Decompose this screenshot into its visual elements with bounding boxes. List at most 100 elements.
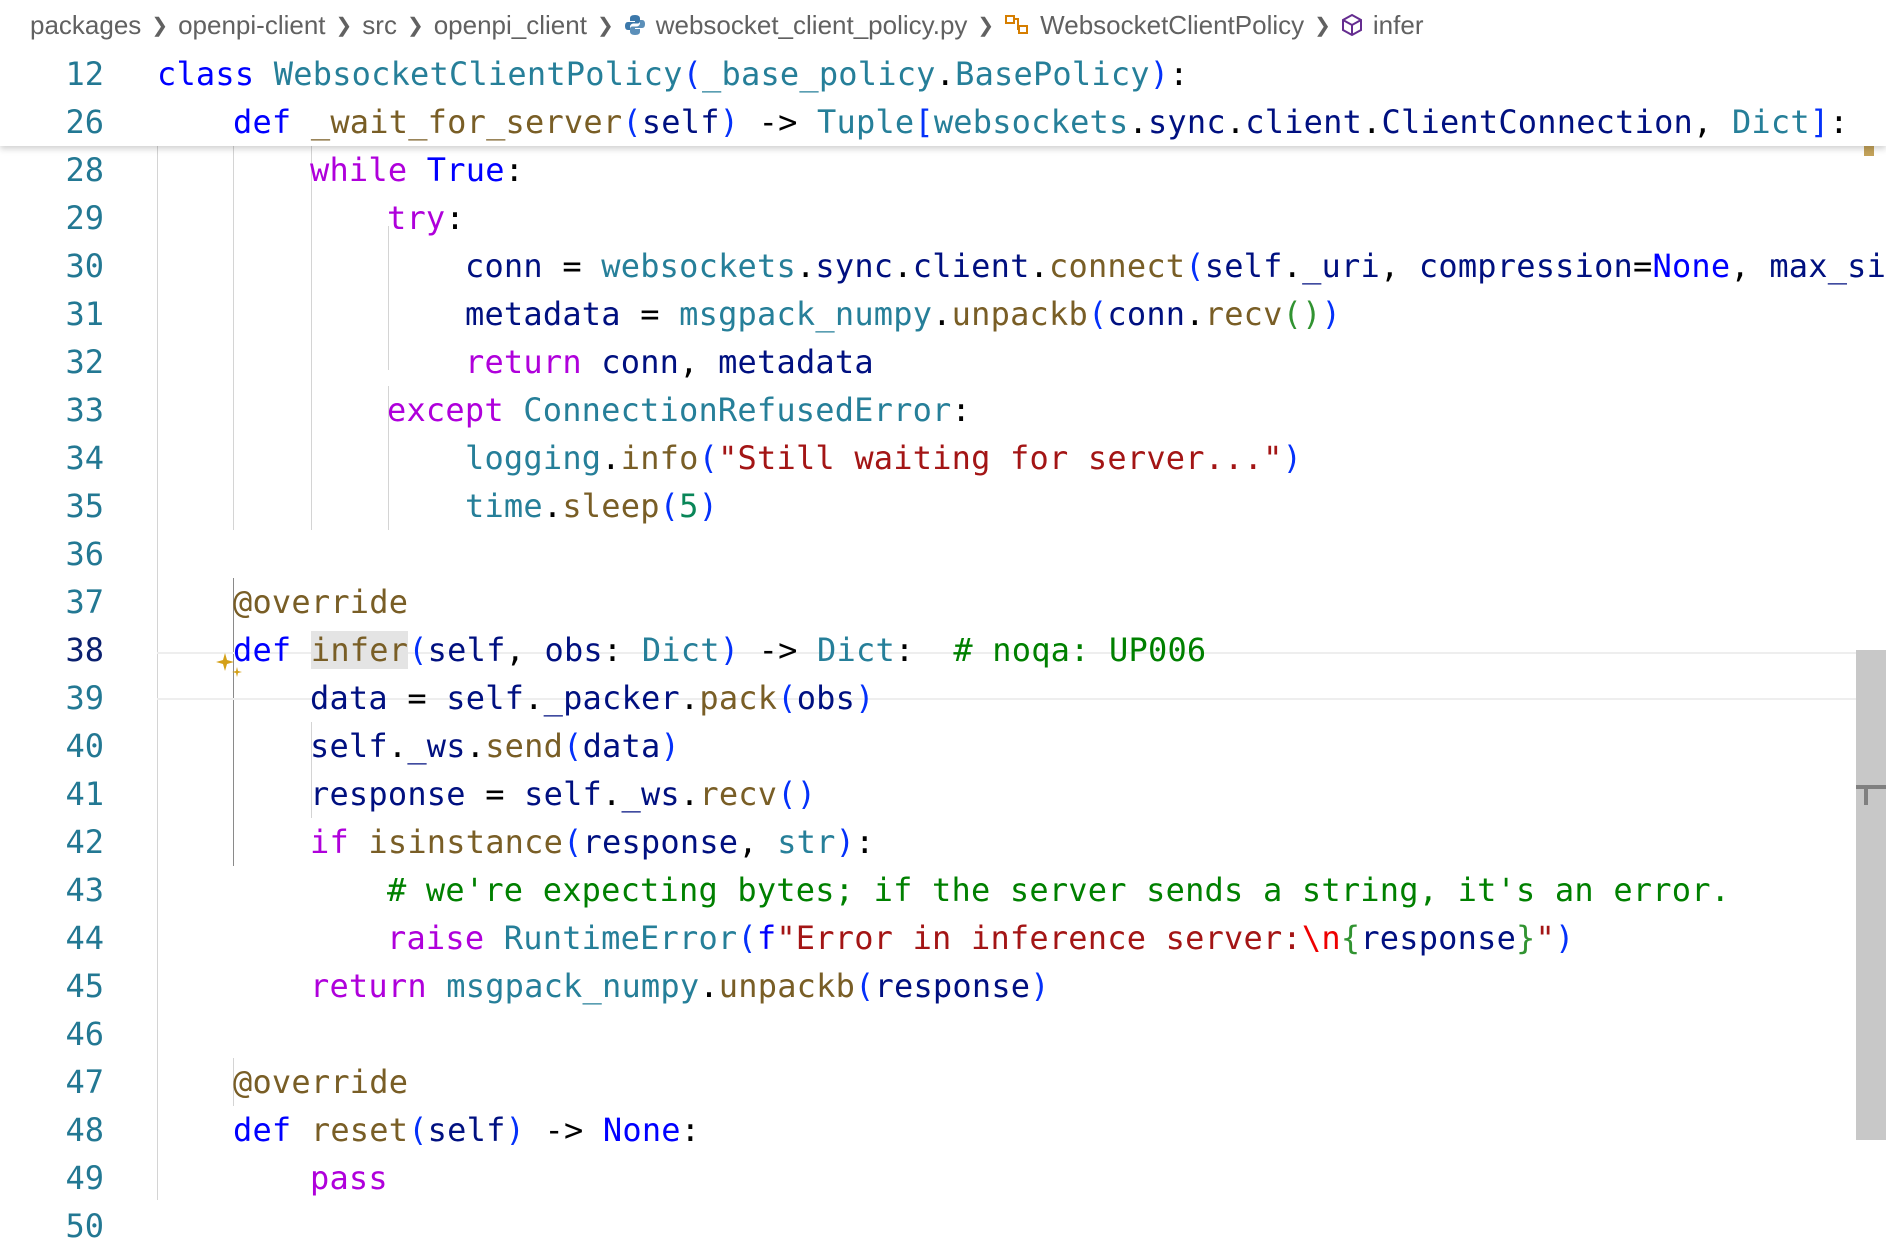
class-symbol-icon — [1004, 14, 1030, 36]
line-number: 36 — [65, 535, 104, 573]
line-content: # we're expecting bytes; if the server s… — [387, 871, 1731, 909]
code-line-active[interactable]: 38 def infer(self, obs: Dict) -> Dict: #… — [0, 626, 1886, 677]
code-line[interactable]: 46 — [0, 1010, 1886, 1058]
line-content: metadata = msgpack_numpy.unpackb(conn.re… — [465, 295, 1342, 333]
line-content: def _wait_for_server(self) -> Tuple[webs… — [233, 103, 1849, 141]
line-content: def reset(self) -> None: — [233, 1111, 701, 1149]
code-line[interactable]: 43 # we're expecting bytes; if the serve… — [0, 866, 1886, 914]
breadcrumb-openpi-client-module[interactable]: openpi_client — [434, 10, 587, 41]
line-content: try: — [387, 199, 465, 237]
code-line[interactable]: 45 return msgpack_numpy.unpackb(response… — [0, 962, 1886, 1010]
breadcrumb-label: WebsocketClientPolicy — [1040, 9, 1305, 40]
line-number: 48 — [65, 1111, 104, 1149]
line-number: 33 — [65, 391, 104, 429]
line-content: return msgpack_numpy.unpackb(response) — [310, 967, 1050, 1005]
code-line[interactable]: 50 — [0, 1202, 1886, 1250]
line-number: 35 — [65, 487, 104, 525]
code-editor[interactable]: 12 class WebsocketClientPolicy(_base_pol… — [0, 50, 1886, 1252]
scrollbar-thumb[interactable] — [1856, 650, 1886, 1140]
code-line[interactable]: 26 def _wait_for_server(self) -> Tuple[w… — [0, 98, 1886, 146]
breadcrumb-openpi-client[interactable]: openpi-client — [178, 10, 325, 41]
breadcrumb-label: websocket_client_policy.py — [655, 9, 968, 40]
line-content: conn = websockets.sync.client.connect(se… — [465, 247, 1886, 285]
vertical-scrollbar[interactable] — [1856, 50, 1886, 1252]
line-number: 26 — [65, 103, 104, 141]
chevron-right-icon: ❯ — [977, 14, 995, 37]
line-number: 30 — [65, 247, 104, 285]
chevron-right-icon: ❯ — [151, 14, 169, 37]
breadcrumb-label: openpi-client — [178, 9, 326, 40]
overview-ruler-cursor — [1856, 785, 1886, 789]
chevron-right-icon: ❯ — [406, 14, 424, 37]
code-line[interactable]: 12 class WebsocketClientPolicy(_base_pol… — [0, 50, 1886, 98]
breadcrumb: packages ❯ openpi-client ❯ src ❯ openpi_… — [0, 0, 1886, 50]
line-number: 38 — [65, 631, 104, 669]
line-number: 32 — [65, 343, 104, 381]
line-content: raise RuntimeError(f"Error in inference … — [387, 919, 1575, 957]
line-content: def infer(self, obs: Dict) -> Dict: # no… — [233, 631, 1207, 669]
line-content: self._ws.send(data) — [310, 727, 680, 765]
line-number: 47 — [65, 1063, 104, 1101]
line-number: 31 — [65, 295, 104, 333]
line-number: 40 — [65, 727, 104, 765]
code-line[interactable]: 29 try: — [0, 194, 1886, 242]
line-content: if isinstance(response, str): — [310, 823, 875, 861]
line-content: pass — [310, 1159, 388, 1197]
code-line[interactable]: 33 except ConnectionRefusedError: — [0, 386, 1886, 434]
overview-ruler-tick — [1864, 785, 1868, 805]
code-line[interactable]: 47 @override — [0, 1058, 1886, 1106]
line-content: response = self._ws.recv() — [310, 775, 817, 813]
line-content: except ConnectionRefusedError: — [387, 391, 971, 429]
chevron-right-icon: ❯ — [596, 14, 614, 37]
highlighted-symbol: infer — [310, 631, 409, 669]
code-line[interactable]: 48 def reset(self) -> None: — [0, 1106, 1886, 1154]
line-number: 29 — [65, 199, 104, 237]
line-number: 43 — [65, 871, 104, 909]
sparkle-ai-icon[interactable] — [157, 632, 242, 677]
line-content: class WebsocketClientPolicy(_base_policy… — [157, 55, 1189, 93]
code-line[interactable]: 49 pass — [0, 1154, 1886, 1202]
line-content: @override — [233, 1063, 409, 1101]
line-number: 44 — [65, 919, 104, 957]
code-line[interactable]: 28 while True: — [0, 146, 1886, 194]
python-file-icon — [624, 14, 646, 36]
breadcrumb-label: src — [362, 9, 397, 40]
code-line[interactable]: 31 metadata = msgpack_numpy.unpackb(conn… — [0, 290, 1886, 338]
code-line[interactable]: 40 self._ws.send(data) — [0, 722, 1886, 770]
code-line[interactable]: 35 time.sleep(5) — [0, 482, 1886, 530]
line-content: return conn, metadata — [465, 343, 874, 381]
code-line[interactable]: 39 data = self._packer.pack(obs) — [0, 674, 1886, 722]
breadcrumb-src[interactable]: src — [362, 10, 397, 41]
chevron-right-icon: ❯ — [335, 14, 353, 37]
line-number: 46 — [65, 1015, 104, 1053]
breadcrumb-label: openpi_client — [433, 9, 587, 40]
line-number: 34 — [65, 439, 104, 477]
code-line[interactable]: 30 conn = websockets.sync.client.connect… — [0, 242, 1886, 290]
breadcrumb-method[interactable]: infer — [1341, 9, 1424, 41]
line-content: while True: — [310, 151, 525, 189]
breadcrumb-packages[interactable]: packages — [30, 10, 141, 41]
line-number: 12 — [65, 55, 104, 93]
code-line[interactable]: 34 logging.info("Still waiting for serve… — [0, 434, 1886, 482]
chevron-right-icon: ❯ — [1314, 14, 1331, 37]
breadcrumb-label: infer — [1372, 9, 1424, 40]
breadcrumb-class[interactable]: WebsocketClientPolicy — [1004, 10, 1304, 41]
sticky-scroll-header[interactable]: 12 class WebsocketClientPolicy(_base_pol… — [0, 50, 1886, 146]
breadcrumb-file[interactable]: websocket_client_policy.py — [624, 9, 968, 41]
line-number: 28 — [65, 151, 104, 189]
line-content: time.sleep(5) — [465, 487, 719, 525]
breadcrumb-label: packages — [30, 9, 142, 40]
line-number: 39 — [65, 679, 104, 717]
line-number: 37 — [65, 583, 104, 621]
code-line[interactable]: 32 return conn, metadata — [0, 338, 1886, 386]
code-line[interactable]: 37 @override — [0, 578, 1886, 626]
code-line[interactable]: 42 if isinstance(response, str): — [0, 818, 1886, 866]
line-number: 50 — [65, 1207, 104, 1245]
method-symbol-icon — [1341, 13, 1363, 37]
code-line[interactable]: 41 response = self._ws.recv() — [0, 770, 1886, 818]
line-content: @override — [233, 583, 409, 621]
line-number: 49 — [65, 1159, 104, 1197]
line-number: 45 — [65, 967, 104, 1005]
code-line[interactable]: 44 raise RuntimeError(f"Error in inferen… — [0, 914, 1886, 962]
code-line[interactable]: 36 — [0, 530, 1886, 578]
